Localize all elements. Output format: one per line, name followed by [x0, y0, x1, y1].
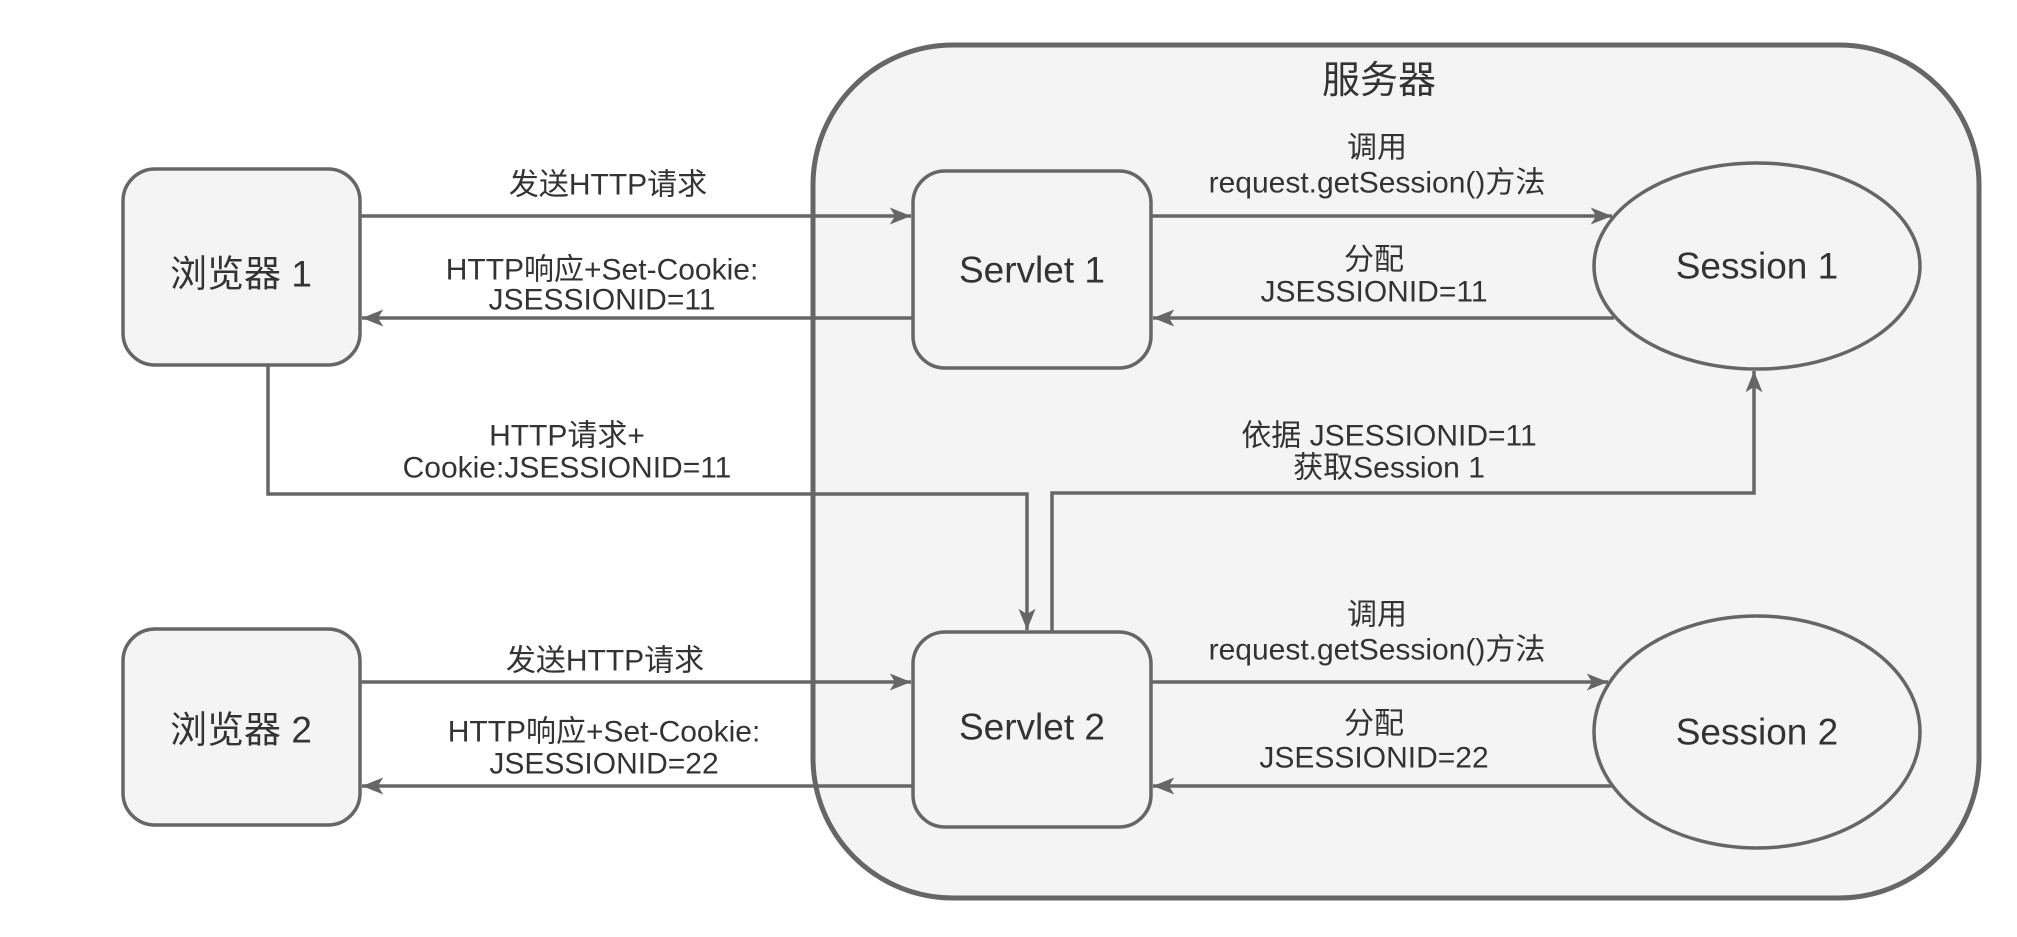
label-browser1-response-line2: JSESSIONID=11	[488, 284, 715, 317]
label-servlet1-call-line2: request.getSession()方法	[1209, 167, 1546, 200]
label-servlet2-call-line1: 调用	[1347, 599, 1407, 632]
label-servlet1-call-line1: 调用	[1347, 132, 1407, 165]
label-session1-assign-line2: JSESSIONID=11	[1260, 276, 1487, 309]
session-2-label: Session 2	[1676, 712, 1839, 753]
label-session2-assign-line2: JSESSIONID=22	[1259, 742, 1488, 775]
servlet-2-node: Servlet 2	[911, 630, 1153, 829]
browser-2-node: 浏览器 2	[121, 627, 362, 827]
label-servlet2-lookup-line2: 获取Session 1	[1293, 452, 1485, 485]
servlet-1-node: Servlet 1	[911, 169, 1153, 370]
browser-1-label: 浏览器 1	[170, 254, 312, 295]
browser-2-label: 浏览器 2	[170, 710, 312, 751]
label-session2-assign-line1: 分配	[1344, 708, 1404, 741]
label-browser1-cookie-request-line1: HTTP请求+	[489, 420, 645, 453]
label-session1-assign-line1: 分配	[1344, 244, 1404, 277]
server-title: 服务器	[1322, 60, 1436, 102]
label-servlet2-lookup-line1: 依据 JSESSIONID=11	[1241, 420, 1536, 453]
session-1-label: Session 1	[1676, 246, 1839, 287]
label-browser1-request: 发送HTTP请求	[509, 169, 707, 202]
label-browser1-response-line1: HTTP响应+Set-Cookie:	[446, 254, 759, 287]
session-2-node: Session 2	[1592, 614, 1922, 850]
label-servlet2-call-line2: request.getSession()方法	[1209, 634, 1546, 667]
label-browser2-request: 发送HTTP请求	[506, 645, 704, 678]
label-browser2-response-line2: JSESSIONID=22	[489, 748, 718, 781]
session-flow-diagram: 服务器 浏览器 1 浏览器 2 Servlet 1 Servlet 2 Sess…	[121, 42, 1982, 901]
servlet-1-label: Servlet 1	[959, 250, 1105, 291]
session-1-node: Session 1	[1592, 161, 1922, 371]
browser-1-node: 浏览器 1	[121, 167, 362, 367]
label-browser2-response-line1: HTTP响应+Set-Cookie:	[448, 716, 761, 749]
servlet-2-label: Servlet 2	[959, 707, 1105, 748]
label-browser1-cookie-request-line2: Cookie:JSESSIONID=11	[403, 452, 732, 485]
